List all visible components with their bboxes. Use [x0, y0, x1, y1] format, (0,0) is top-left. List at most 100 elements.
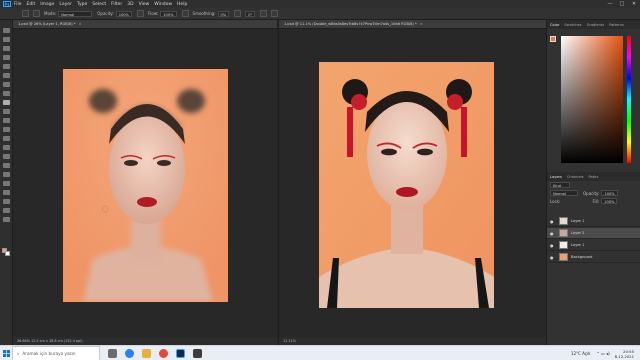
- zoom-tool-icon[interactable]: [3, 208, 10, 213]
- close-window-button[interactable]: ✕: [628, 0, 640, 8]
- tray-icons[interactable]: ⌃ ▭ ◂): [596, 351, 609, 356]
- layer-opacity-field[interactable]: 100%: [601, 190, 618, 196]
- close-tab-icon[interactable]: ×: [420, 22, 423, 26]
- smoothing-options-icon[interactable]: [234, 10, 242, 17]
- healing-brush-tool-icon[interactable]: [3, 91, 10, 96]
- visibility-eye-icon[interactable]: ●: [550, 255, 556, 260]
- start-button[interactable]: [0, 346, 12, 360]
- document-tab-2-title: 1.psd @ 11.1% (Double_w8bs0s8es7tb8s7k7P…: [284, 22, 417, 26]
- dodge-tool-icon[interactable]: [3, 154, 10, 159]
- canvas-image-2[interactable]: [319, 62, 494, 308]
- maximize-button[interactable]: □: [616, 0, 628, 8]
- brush-tool-icon[interactable]: [3, 100, 10, 105]
- menu-file[interactable]: File: [14, 2, 22, 7]
- menu-image[interactable]: Image: [40, 2, 54, 7]
- menu-select[interactable]: Select: [92, 2, 106, 7]
- layer-row[interactable]: ● Layer 1: [547, 216, 640, 227]
- menu-filter[interactable]: Filter: [111, 2, 122, 7]
- fill-label: Fill:: [592, 198, 600, 204]
- document-tab-2[interactable]: 1.psd @ 11.1% (Double_w8bs0s8es7tb8s7k7P…: [279, 20, 546, 29]
- crop-tool-icon[interactable]: [3, 64, 10, 69]
- visibility-eye-icon[interactable]: ●: [550, 231, 556, 236]
- menu-layer[interactable]: Layer: [59, 2, 72, 7]
- history-brush-tool-icon[interactable]: [3, 118, 10, 123]
- type-tool-icon[interactable]: [3, 172, 10, 177]
- color-picker-field[interactable]: [561, 36, 623, 163]
- canvas-image-1[interactable]: [63, 69, 228, 302]
- airbrush-icon[interactable]: [181, 10, 189, 17]
- menu-type[interactable]: Type: [77, 2, 87, 7]
- eraser-tool-icon[interactable]: [3, 127, 10, 132]
- tab-patterns[interactable]: Patterns: [609, 23, 624, 27]
- quick-select-tool-icon[interactable]: [3, 55, 10, 60]
- taskbar-search-box[interactable]: ⌕ Aramak için buraya yazın: [12, 345, 100, 360]
- photoshop-taskbar-icon[interactable]: [176, 348, 185, 358]
- task-view-icon[interactable]: [108, 348, 117, 358]
- menu-help[interactable]: Help: [177, 2, 187, 7]
- pressure-opacity-icon[interactable]: [136, 10, 144, 17]
- color-panel-foreground-swatch[interactable]: [550, 36, 556, 42]
- tab-paths[interactable]: Paths: [589, 175, 599, 179]
- tab-channels[interactable]: Channels: [567, 175, 584, 179]
- path-select-tool-icon[interactable]: [3, 181, 10, 186]
- gradient-tool-icon[interactable]: [3, 136, 10, 141]
- layer-row-selected[interactable]: ● Layer 2: [547, 228, 640, 239]
- clone-stamp-tool-icon[interactable]: [3, 109, 10, 114]
- brush-preset-icon[interactable]: [22, 10, 29, 17]
- close-tab-icon[interactable]: ×: [79, 22, 82, 26]
- tab-gradients[interactable]: Gradients: [587, 23, 605, 27]
- file-explorer-icon[interactable]: [142, 348, 151, 358]
- layer-name[interactable]: Layer 1: [571, 219, 584, 223]
- menu-view[interactable]: View: [139, 2, 150, 7]
- marquee-tool-icon[interactable]: [3, 37, 10, 42]
- frame-tool-icon[interactable]: [3, 73, 10, 78]
- smoothing-field[interactable]: 0%: [217, 10, 230, 17]
- pen-tool-icon[interactable]: [3, 163, 10, 168]
- opacity-field[interactable]: 100%: [115, 10, 132, 17]
- menu-3d[interactable]: 3D: [127, 2, 133, 7]
- fill-field[interactable]: 100%: [601, 198, 618, 204]
- minimize-button[interactable]: —: [604, 0, 616, 8]
- layer-kind-filter[interactable]: Kind: [550, 182, 570, 188]
- chrome-browser-icon[interactable]: [159, 348, 168, 358]
- canvas-area-1[interactable]: [13, 29, 277, 337]
- layer-row[interactable]: ● Background: [547, 252, 640, 263]
- canvas-area-2[interactable]: [279, 29, 547, 337]
- status-bar-1: 26.66% 12.5 cm x 18.8 cm (152.4 ppi): [13, 337, 277, 345]
- blur-tool-icon[interactable]: [3, 145, 10, 150]
- move-tool-icon[interactable]: [3, 28, 10, 33]
- menu-edit[interactable]: Edit: [27, 2, 36, 7]
- layer-row[interactable]: ● Layer 1: [547, 240, 640, 251]
- layer-name[interactable]: Background: [571, 255, 592, 259]
- layers-list: ● Layer 1 ● Layer 2 ● Layer 1 ● Backgrou…: [547, 216, 640, 266]
- background-color-swatch[interactable]: [5, 251, 10, 256]
- rectangle-tool-icon[interactable]: [3, 190, 10, 195]
- edge-browser-icon[interactable]: [125, 348, 134, 358]
- clock[interactable]: 20:55 8.12.2021: [615, 349, 634, 359]
- eyedropper-tool-icon[interactable]: [3, 82, 10, 87]
- layer-name[interactable]: Layer 2: [571, 231, 584, 235]
- layer-blend-mode[interactable]: Normal: [550, 190, 578, 196]
- hand-tool-icon[interactable]: [3, 199, 10, 204]
- system-tray: 12°C Açık ⌃ ▭ ◂) 20:55 8.12.2021: [571, 346, 634, 360]
- menu-window[interactable]: Window: [154, 2, 172, 7]
- symmetry-icon[interactable]: [271, 10, 279, 17]
- app-taskbar-icon[interactable]: [193, 348, 202, 358]
- angle-field[interactable]: 0°: [245, 10, 256, 17]
- weather-widget[interactable]: 12°C Açık: [571, 351, 590, 356]
- visibility-eye-icon[interactable]: ●: [550, 243, 556, 248]
- layer-name[interactable]: Layer 1: [571, 243, 584, 247]
- more-tools-icon[interactable]: [3, 217, 10, 222]
- visibility-eye-icon[interactable]: ●: [550, 219, 556, 224]
- mode-select[interactable]: Normal: [58, 10, 93, 17]
- flow-field[interactable]: 100%: [160, 10, 177, 17]
- hue-slider[interactable]: [627, 36, 631, 163]
- opacity-label: Opacity:: [97, 11, 114, 16]
- tab-color[interactable]: Color: [550, 23, 559, 27]
- pressure-size-icon[interactable]: [260, 10, 268, 17]
- tab-layers[interactable]: Layers: [550, 175, 562, 179]
- tab-swatches[interactable]: Swatches: [564, 23, 581, 27]
- lasso-tool-icon[interactable]: [3, 46, 10, 51]
- brush-settings-icon[interactable]: [33, 10, 40, 17]
- document-tab-1[interactable]: 1.psd @ 26% (Layer 1, RGB/8) * ×: [13, 20, 277, 29]
